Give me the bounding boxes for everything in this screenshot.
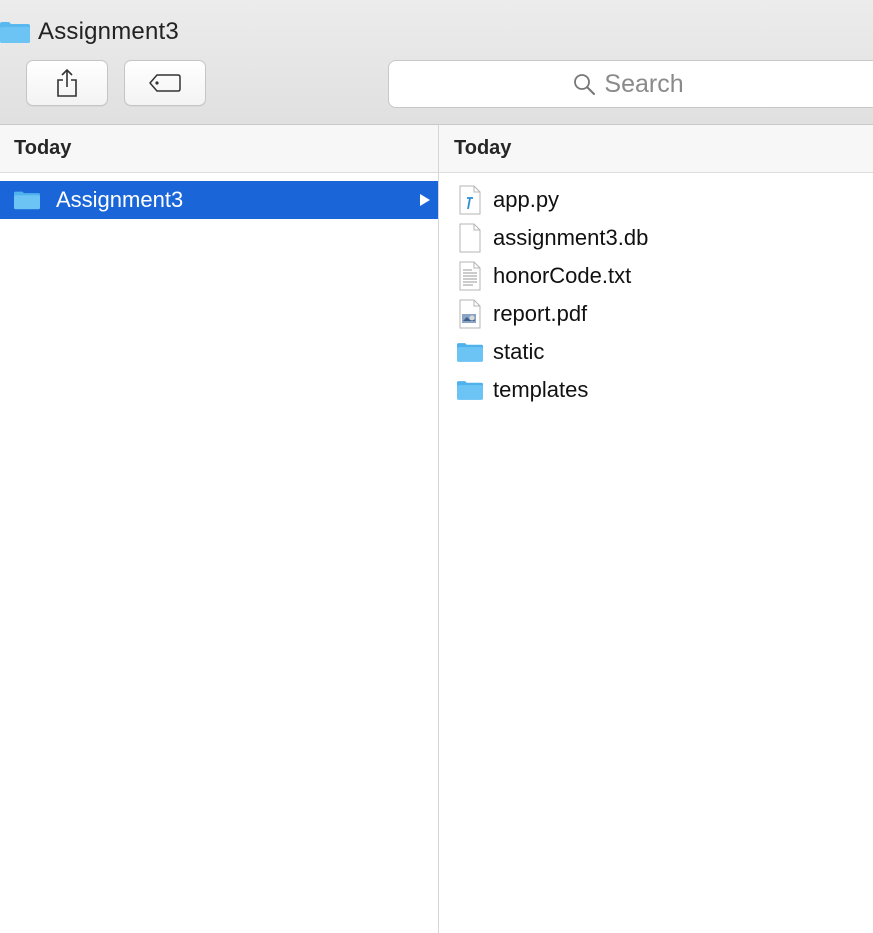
item-label: report.pdf xyxy=(493,301,588,326)
tag-icon xyxy=(149,74,181,92)
folder-icon xyxy=(457,337,483,367)
search-icon xyxy=(574,74,596,95)
document-icon xyxy=(457,223,483,253)
python-file-icon xyxy=(457,185,483,215)
column-2: app.py assignment3.db honorCode.txt repo… xyxy=(439,173,873,409)
share-icon xyxy=(57,68,77,97)
search-input[interactable]: Search xyxy=(388,60,873,108)
column-1: Assignment3 xyxy=(0,173,438,219)
list-item-app-py[interactable]: app.py xyxy=(439,181,873,219)
folder-icon xyxy=(14,185,40,215)
column-header: Today xyxy=(454,137,512,159)
window-title: Assignment3 xyxy=(38,18,179,45)
list-item-assignment3[interactable]: Assignment3 xyxy=(0,181,438,219)
search-placeholder: Search xyxy=(604,69,684,98)
toolbar: Assignment3 Search xyxy=(0,0,873,125)
finder-window: Assignment3 Search Today Today Assignmen… xyxy=(0,0,873,933)
disclosure-arrow-icon xyxy=(420,194,430,206)
list-item-assignment3-db[interactable]: assignment3.db xyxy=(439,219,873,257)
item-label: Assignment3 xyxy=(56,187,184,212)
tag-button[interactable] xyxy=(124,60,206,106)
item-label: assignment3.db xyxy=(493,225,649,250)
list-item-honorcode-txt[interactable]: honorCode.txt xyxy=(439,257,873,295)
folder-icon xyxy=(0,22,30,43)
item-label: app.py xyxy=(493,187,560,212)
text-file-icon xyxy=(457,261,483,291)
window-title-bar: Assignment3 xyxy=(0,14,179,50)
pdf-file-icon xyxy=(457,299,483,329)
item-label: honorCode.txt xyxy=(493,263,632,288)
list-item-templates[interactable]: templates xyxy=(439,371,873,409)
column-header: Today xyxy=(14,137,72,159)
item-label: templates xyxy=(493,377,589,402)
list-item-report-pdf[interactable]: report.pdf xyxy=(439,295,873,333)
folder-icon xyxy=(457,375,483,405)
list-item-static[interactable]: static xyxy=(439,333,873,371)
item-label: static xyxy=(493,339,545,364)
share-button[interactable] xyxy=(26,60,108,106)
column-headers: Today Today xyxy=(0,125,873,173)
